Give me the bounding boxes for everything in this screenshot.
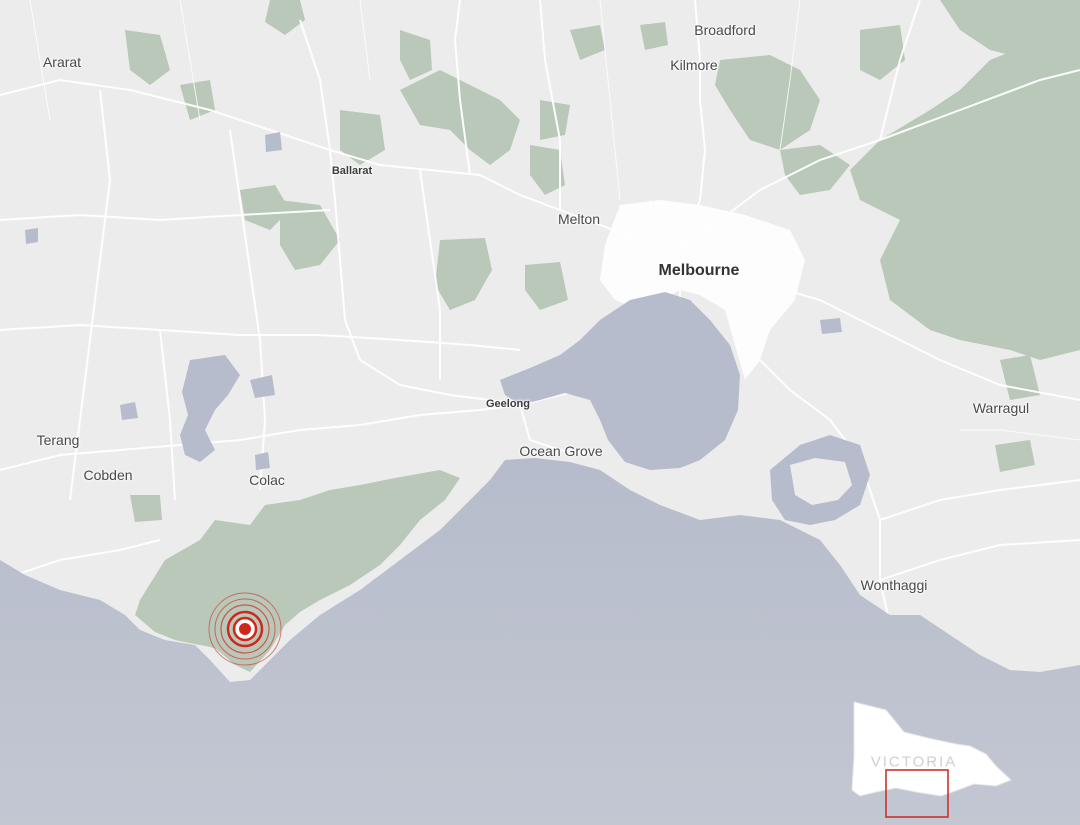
place-label-ballarat: Ballarat [331, 165, 373, 177]
place-label-wonthaggi: Wonthaggi [860, 577, 928, 593]
place-label-cobden: Cobden [83, 467, 133, 483]
place-label-ararat: Ararat [42, 54, 82, 70]
map-view[interactable]: Ararat Broadford Kilmore Ballarat Melton… [0, 0, 1080, 825]
inset-region-label: VICTORIA [870, 753, 958, 771]
locator-inset: VICTORIA [846, 696, 1018, 824]
place-label-melton: Melton [557, 211, 601, 227]
concentric-circles-icon [208, 592, 282, 666]
place-label-melbourne: Melbourne [658, 262, 740, 279]
place-label-broadford: Broadford [694, 22, 756, 38]
place-label-terang: Terang [36, 432, 80, 448]
place-label-colac: Colac [249, 472, 285, 488]
place-label-kilmore: Kilmore [670, 57, 718, 73]
place-label-ocean-grove: Ocean Grove [519, 443, 603, 459]
place-label-geelong: Geelong [485, 398, 531, 410]
place-label-warragul: Warragul [972, 400, 1030, 416]
